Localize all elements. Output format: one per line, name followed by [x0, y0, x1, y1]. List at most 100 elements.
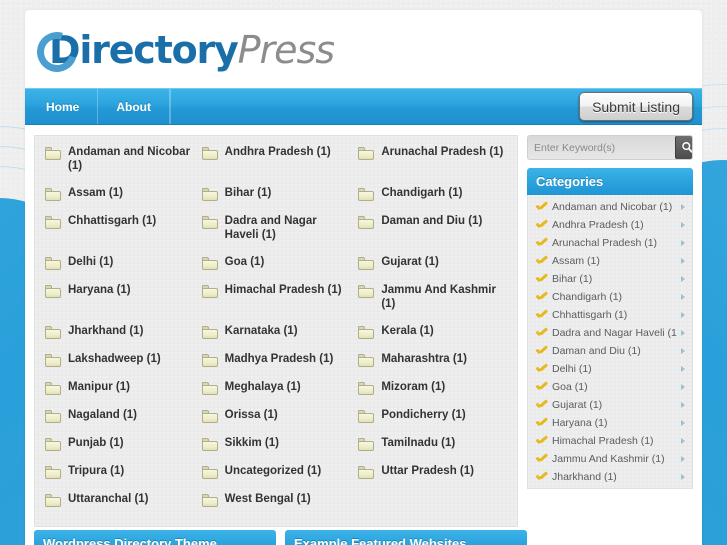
sidebar-category-item[interactable]: Bihar (1)	[528, 270, 692, 288]
category-grid-item[interactable]: Punjab (1)	[41, 436, 198, 464]
check-icon	[536, 436, 547, 446]
category-grid: Andaman and Nicobar (1) Andhra Pradesh (1…	[41, 145, 511, 520]
chevron-right-icon	[681, 222, 685, 228]
folder-icon	[201, 354, 218, 367]
category-grid-item[interactable]: Mizoram (1)	[354, 380, 511, 408]
sidebar-category-item[interactable]: Dadra and Nagar Haveli (1)	[528, 324, 692, 342]
category-grid-item[interactable]: Jammu And Kashmir (1)	[354, 283, 511, 324]
folder-icon	[358, 438, 375, 451]
category-grid-item[interactable]: Lakshadweep (1)	[41, 352, 198, 380]
check-icon	[536, 202, 547, 212]
nav-item-home[interactable]: Home	[27, 89, 99, 124]
folder-icon	[358, 354, 375, 367]
folder-icon	[201, 188, 218, 201]
panel-title: Wordpress Directory Theme	[34, 530, 276, 545]
check-icon	[536, 328, 547, 338]
sidebar-category-item[interactable]: Himachal Pradesh (1)	[528, 432, 692, 450]
category-grid-item-label: Mizoram (1)	[381, 381, 446, 393]
chevron-right-icon	[681, 438, 685, 444]
check-icon	[536, 274, 547, 284]
category-grid-item[interactable]: Assam (1)	[41, 186, 198, 214]
sidebar: Categories Andaman and Nicobar (1) Andhra…	[527, 135, 693, 489]
category-grid-item[interactable]: Uncategorized (1)	[198, 464, 355, 492]
search-input[interactable]	[528, 136, 675, 159]
search-button[interactable]	[675, 136, 692, 159]
sidebar-category-label: Chhattisgarh (1)	[552, 309, 628, 321]
sidebar-category-label: Andhra Pradesh (1)	[552, 219, 644, 231]
category-grid-item[interactable]: Nagaland (1)	[41, 408, 198, 436]
chevron-right-icon	[681, 474, 685, 480]
chevron-right-icon	[681, 384, 685, 390]
folder-icon	[45, 354, 61, 367]
folder-icon	[201, 466, 218, 479]
category-grid-item[interactable]: Maharashtra (1)	[354, 352, 511, 380]
category-grid-item[interactable]: Chhattisgarh (1)	[41, 214, 198, 255]
category-grid-item[interactable]: Kerala (1)	[354, 324, 511, 352]
sidebar-category-item[interactable]: Assam (1)	[528, 252, 692, 270]
category-grid-item[interactable]: Goa (1)	[198, 255, 355, 283]
category-grid-item-label: Chhattisgarh (1)	[68, 215, 157, 227]
category-grid-item-label: Dadra and Nagar Haveli (1)	[224, 215, 317, 241]
check-icon	[536, 346, 547, 356]
folder-icon	[201, 494, 218, 507]
check-icon	[536, 238, 547, 248]
category-grid-item[interactable]: Uttar Pradesh (1)	[354, 464, 511, 492]
category-grid-item[interactable]: Uttaranchal (1)	[41, 492, 198, 520]
nav-divider	[170, 89, 171, 124]
check-icon	[536, 292, 547, 302]
sidebar-category-item[interactable]: Delhi (1)	[528, 360, 692, 378]
folder-icon	[358, 147, 375, 160]
category-grid-item[interactable]: Gujarat (1)	[354, 255, 511, 283]
sidebar-category-item[interactable]: Andaman and Nicobar (1)	[528, 198, 692, 216]
category-grid-item[interactable]: Madhya Pradesh (1)	[198, 352, 355, 380]
category-grid-item[interactable]: Chandigarh (1)	[354, 186, 511, 214]
category-grid-item[interactable]: Karnataka (1)	[198, 324, 355, 352]
check-icon	[536, 256, 547, 266]
category-grid-item[interactable]: Andhra Pradesh (1)	[198, 145, 355, 186]
content-row: Andaman and Nicobar (1) Andhra Pradesh (1…	[25, 125, 702, 527]
category-grid-item[interactable]: Sikkim (1)	[198, 436, 355, 464]
sidebar-category-item[interactable]: Arunachal Pradesh (1)	[528, 234, 692, 252]
sidebar-category-item[interactable]: Gujarat (1)	[528, 396, 692, 414]
sidebar-category-item[interactable]: Haryana (1)	[528, 414, 692, 432]
sidebar-category-item[interactable]: Chhattisgarh (1)	[528, 306, 692, 324]
category-grid-item-label: Goa (1)	[224, 256, 265, 268]
category-grid-item[interactable]: Manipur (1)	[41, 380, 198, 408]
category-grid-item-label: Lakshadweep (1)	[68, 353, 161, 365]
category-grid-item[interactable]: West Bengal (1)	[198, 492, 355, 520]
site-logo[interactable]: DirectoryPress	[29, 24, 335, 80]
sidebar-category-label: Andaman and Nicobar (1)	[552, 201, 673, 213]
category-grid-item[interactable]: Delhi (1)	[41, 255, 198, 283]
category-grid-item[interactable]: Jharkhand (1)	[41, 324, 198, 352]
sidebar-widget-title: Categories	[527, 168, 693, 195]
category-grid-item[interactable]: Orissa (1)	[198, 408, 355, 436]
sidebar-category-item[interactable]: Jammu And Kashmir (1)	[528, 450, 692, 468]
submit-listing-button[interactable]: Submit Listing	[579, 92, 693, 121]
category-grid-item[interactable]: Himachal Pradesh (1)	[198, 283, 355, 324]
category-grid-item[interactable]: Daman and Diu (1)	[354, 214, 511, 255]
category-grid-item[interactable]: Pondicherry (1)	[354, 408, 511, 436]
chevron-right-icon	[681, 348, 685, 354]
chevron-right-icon	[681, 366, 685, 372]
category-grid-item[interactable]: Haryana (1)	[41, 283, 198, 324]
category-grid-item-label: Tripura (1)	[68, 465, 125, 477]
category-grid-item[interactable]: Arunachal Pradesh (1)	[354, 145, 511, 186]
category-grid-item[interactable]: Meghalaya (1)	[198, 380, 355, 408]
category-grid-item[interactable]: Dadra and Nagar Haveli (1)	[198, 214, 355, 255]
category-grid-item[interactable]: Bihar (1)	[198, 186, 355, 214]
sidebar-category-item[interactable]: Daman and Diu (1)	[528, 342, 692, 360]
sidebar-category-item[interactable]: Goa (1)	[528, 378, 692, 396]
sidebar-category-item[interactable]: Andhra Pradesh (1)	[528, 216, 692, 234]
bottom-panels-row: Wordpress Directory Theme DirectoryPress…	[25, 527, 702, 545]
category-grid-item[interactable]: Andaman and Nicobar (1)	[41, 145, 198, 186]
chevron-right-icon	[681, 294, 685, 300]
folder-icon	[358, 382, 375, 395]
category-grid-item[interactable]: Tripura (1)	[41, 464, 198, 492]
check-icon	[536, 364, 547, 374]
sidebar-category-item[interactable]: Chandigarh (1)	[528, 288, 692, 306]
nav-item-about[interactable]: About	[98, 89, 170, 124]
sidebar-category-item[interactable]: Jharkhand (1)	[528, 468, 692, 486]
sidebar-category-label: Daman and Diu (1)	[552, 345, 641, 357]
category-grid-item-label: Jharkhand (1)	[68, 325, 144, 337]
category-grid-item[interactable]: Tamilnadu (1)	[354, 436, 511, 464]
